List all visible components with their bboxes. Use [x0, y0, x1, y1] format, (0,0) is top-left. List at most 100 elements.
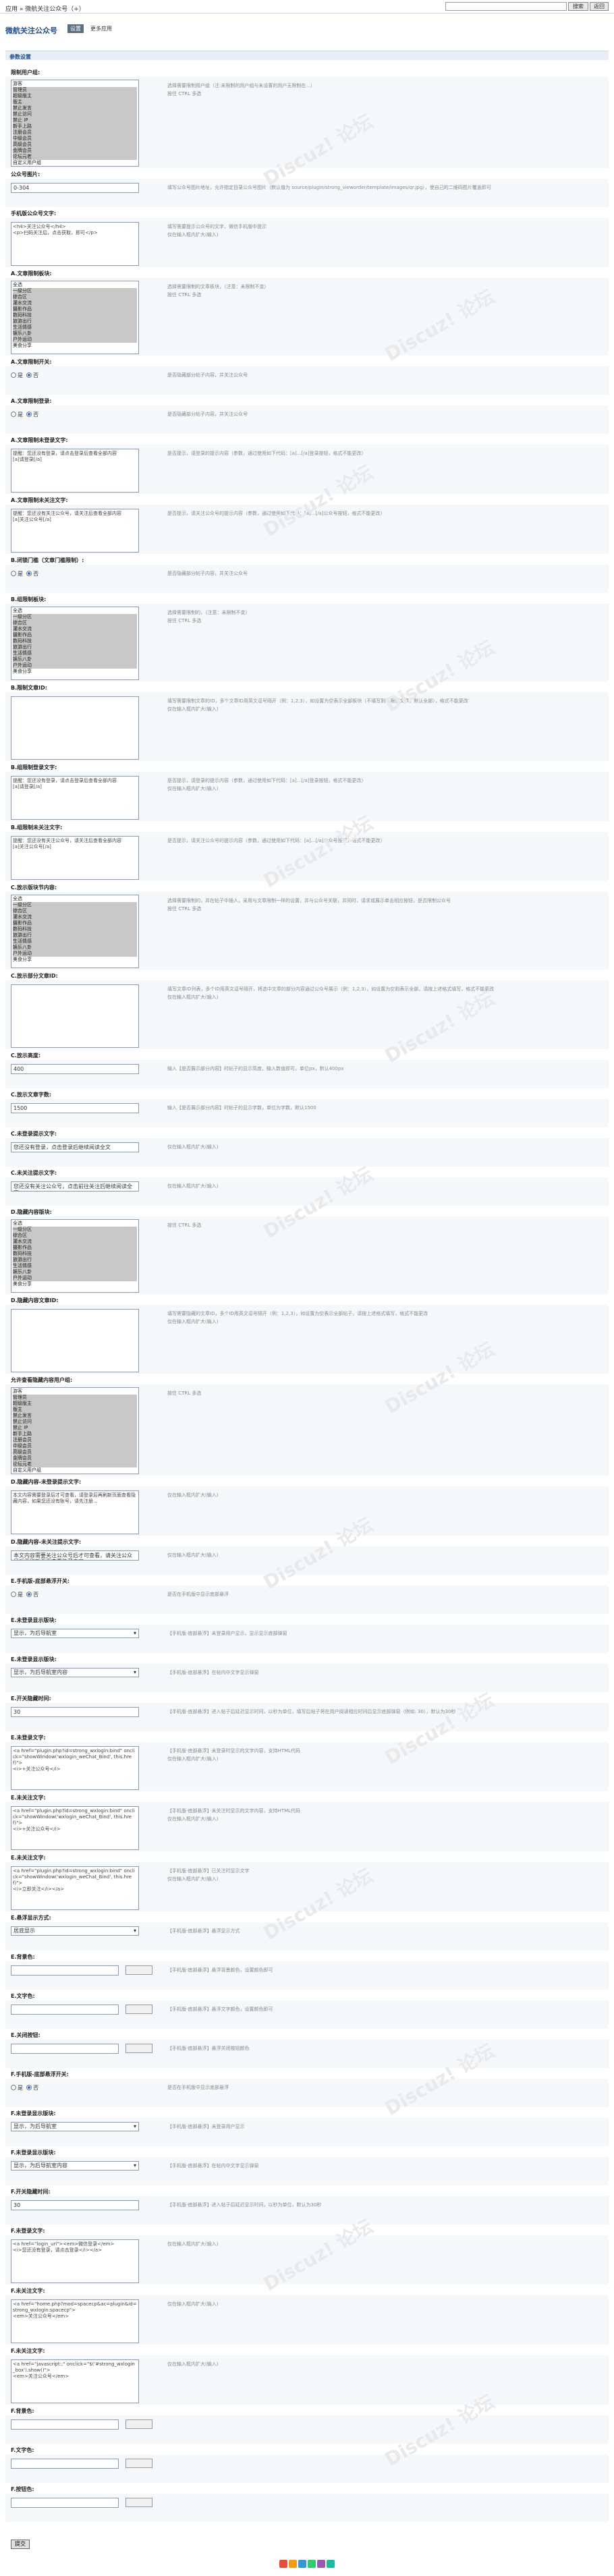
select-option[interactable]: 管理员: [13, 1395, 137, 1401]
multi-select[interactable]: 全选 一级分区 综合区 灌水交流 摄影作品 数码科技 旅游出行 生活情感 娱乐八卦…: [11, 281, 139, 354]
select-option[interactable]: 综合区: [13, 908, 137, 914]
select-option[interactable]: 禁止访问: [13, 111, 137, 117]
select-option[interactable]: 一级分区: [13, 614, 137, 620]
select-option[interactable]: 摄影作品: [13, 920, 137, 926]
multi-select[interactable]: 全选 一级分区 综合区 灌水交流 摄影作品 数码科技 旅游出行 生活情感 娱乐八卦…: [11, 1219, 139, 1293]
text-input[interactable]: 本文内容需要关注公众号后才可查看，请关注公众号后再刷新页面查看隐藏内容...: [11, 1550, 139, 1561]
select-option[interactable]: 户外运动: [13, 663, 137, 669]
select-option[interactable]: 旅游出行: [13, 644, 137, 650]
select-option[interactable]: 禁止 IP: [13, 1425, 137, 1431]
select-option[interactable]: 全选: [13, 608, 137, 614]
app-icon[interactable]: [317, 2560, 325, 2568]
text-input[interactable]: 30: [11, 1707, 139, 1717]
tab-settings[interactable]: 设置: [67, 24, 84, 33]
select-option[interactable]: 全选: [13, 896, 137, 902]
color-picker-button[interactable]: [125, 2459, 152, 2468]
search-button[interactable]: 搜索: [568, 2, 588, 11]
select-option[interactable]: 版主: [13, 99, 137, 105]
radio-no[interactable]: [26, 571, 32, 576]
select-option[interactable]: 超级版主: [13, 1401, 137, 1407]
radio-no[interactable]: [26, 412, 32, 417]
select-option[interactable]: 数码科技: [13, 926, 137, 932]
multi-select[interactable]: 全选 一级分区 综合区 灌水交流 摄影作品 数码科技 旅游出行 生活情感 娱乐八卦…: [11, 895, 139, 968]
color-picker-button[interactable]: [125, 2498, 152, 2507]
text-input[interactable]: 30: [11, 2200, 139, 2210]
text-input[interactable]: [11, 1965, 119, 1976]
yes-no-radio[interactable]: 是 否: [11, 2084, 38, 2092]
text-input[interactable]: 400: [11, 1064, 139, 1074]
select-option[interactable]: 户外运动: [13, 951, 137, 957]
color-picker-button[interactable]: [125, 2044, 152, 2053]
submit-button[interactable]: 提交: [11, 2540, 30, 2549]
color-picker-button[interactable]: [125, 1965, 152, 1975]
color-picker-button[interactable]: [125, 2419, 152, 2429]
text-input[interactable]: 您还没有关注公众号，点击前往关注后继续阅读全文: [11, 1181, 139, 1192]
radio-no[interactable]: [26, 1592, 32, 1597]
textarea-field[interactable]: <a href="javascript:;" onclick="$('#stro…: [11, 2359, 139, 2403]
search-input[interactable]: [445, 2, 567, 11]
textarea-field[interactable]: <a href="plugin.php?id=strong_wxlogin:bi…: [11, 1806, 139, 1850]
select-option[interactable]: 灌水交流: [13, 1239, 137, 1245]
select-option[interactable]: 注册会员: [13, 1437, 137, 1443]
select-option[interactable]: 生活情感: [13, 650, 137, 656]
select-option[interactable]: 旅游出行: [13, 932, 137, 939]
select-option[interactable]: 美食分享: [13, 1281, 137, 1287]
select-option[interactable]: 娱乐八卦: [13, 656, 137, 663]
select-option[interactable]: 游客: [13, 1389, 137, 1395]
text-input[interactable]: [11, 2498, 119, 2508]
select-option[interactable]: 摄影作品: [13, 306, 137, 312]
select-option[interactable]: 综合区: [13, 620, 137, 626]
textarea-field[interactable]: 提醒：您还没有登录，请点击登录后查看全部内容 [a]请登录[/a]: [11, 449, 139, 493]
dropdown-select[interactable]: 显示，为后导航室: [11, 1629, 139, 1638]
select-option[interactable]: 新手上路: [13, 1431, 137, 1437]
select-option[interactable]: 娱乐八卦: [13, 331, 137, 337]
yes-no-radio[interactable]: 是 否: [11, 411, 38, 418]
radio-yes[interactable]: [11, 1592, 16, 1597]
dropdown-select[interactable]: 居底显示: [11, 1926, 139, 1936]
multi-select[interactable]: 游客 管理员 超级版主 版主 禁止发言 禁止访问 禁止 IP 新手上路 注册会员 中级会员 高级会员…: [11, 80, 139, 167]
select-option[interactable]: 数码科技: [13, 1251, 137, 1257]
select-option[interactable]: 自定义用户组: [13, 160, 137, 166]
select-option[interactable]: 注册会员: [13, 130, 137, 136]
select-option[interactable]: 美食分享: [13, 669, 137, 675]
radio-yes[interactable]: [11, 372, 16, 378]
text-input[interactable]: 1500: [11, 1103, 139, 1113]
radio-yes[interactable]: [11, 571, 16, 576]
dropdown-select[interactable]: 显示，为后导航室内容: [11, 1668, 139, 1677]
tab-more-apps[interactable]: 更多应用: [90, 25, 112, 32]
select-option[interactable]: 娱乐八卦: [13, 1269, 137, 1275]
textarea-field[interactable]: 本文内容需要登录后才可查看，请登录后再刷新页面查看隐藏内容，如果您还没有账号，请…: [11, 1490, 139, 1534]
yes-no-radio[interactable]: 是 否: [11, 570, 38, 578]
return-button[interactable]: 返回: [590, 2, 609, 11]
select-option[interactable]: 户外运动: [13, 1275, 137, 1281]
select-option[interactable]: 游客: [13, 81, 137, 87]
select-option[interactable]: 全选: [13, 282, 137, 288]
select-option[interactable]: 生活情感: [13, 939, 137, 945]
textarea-field[interactable]: 提醒：您还没有登录，请点击登录后查看全部内容 [a]请登录[/a]: [11, 776, 139, 820]
select-option[interactable]: 生活情感: [13, 325, 137, 331]
textarea-field[interactable]: [11, 984, 139, 1048]
select-option[interactable]: 禁止 IP: [13, 117, 137, 123]
select-option[interactable]: 旅游出行: [13, 318, 137, 325]
select-option[interactable]: 户外运动: [13, 337, 137, 343]
select-option[interactable]: 数码科技: [13, 312, 137, 318]
radio-no[interactable]: [26, 2085, 32, 2090]
select-option[interactable]: 管理员: [13, 87, 137, 93]
app-icon[interactable]: [298, 2560, 306, 2568]
text-input[interactable]: [11, 2459, 119, 2469]
text-input[interactable]: [11, 2044, 119, 2054]
select-option[interactable]: 灌水交流: [13, 300, 137, 306]
textarea-field[interactable]: 提醒：您还没有关注公众号，请关注后查看全部内容 [a]关注公众号[/a]: [11, 836, 139, 880]
app-icon[interactable]: [279, 2560, 287, 2568]
select-option[interactable]: 生活情感: [13, 1263, 137, 1269]
select-option[interactable]: 灌水交流: [13, 914, 137, 920]
select-option[interactable]: 高级会员: [13, 1449, 137, 1455]
textarea-field[interactable]: <h4>关注公众号</h4> <p>扫码关注后，点击获取，即可</p>: [11, 222, 139, 266]
select-option[interactable]: 美食分享: [13, 343, 137, 349]
select-option[interactable]: 全选: [13, 1221, 137, 1227]
select-option[interactable]: 一级分区: [13, 288, 137, 294]
select-option[interactable]: 高级会员: [13, 142, 137, 148]
radio-no[interactable]: [26, 372, 32, 378]
select-option[interactable]: 自定义用户组: [13, 1467, 137, 1474]
radio-yes[interactable]: [11, 2085, 16, 2090]
